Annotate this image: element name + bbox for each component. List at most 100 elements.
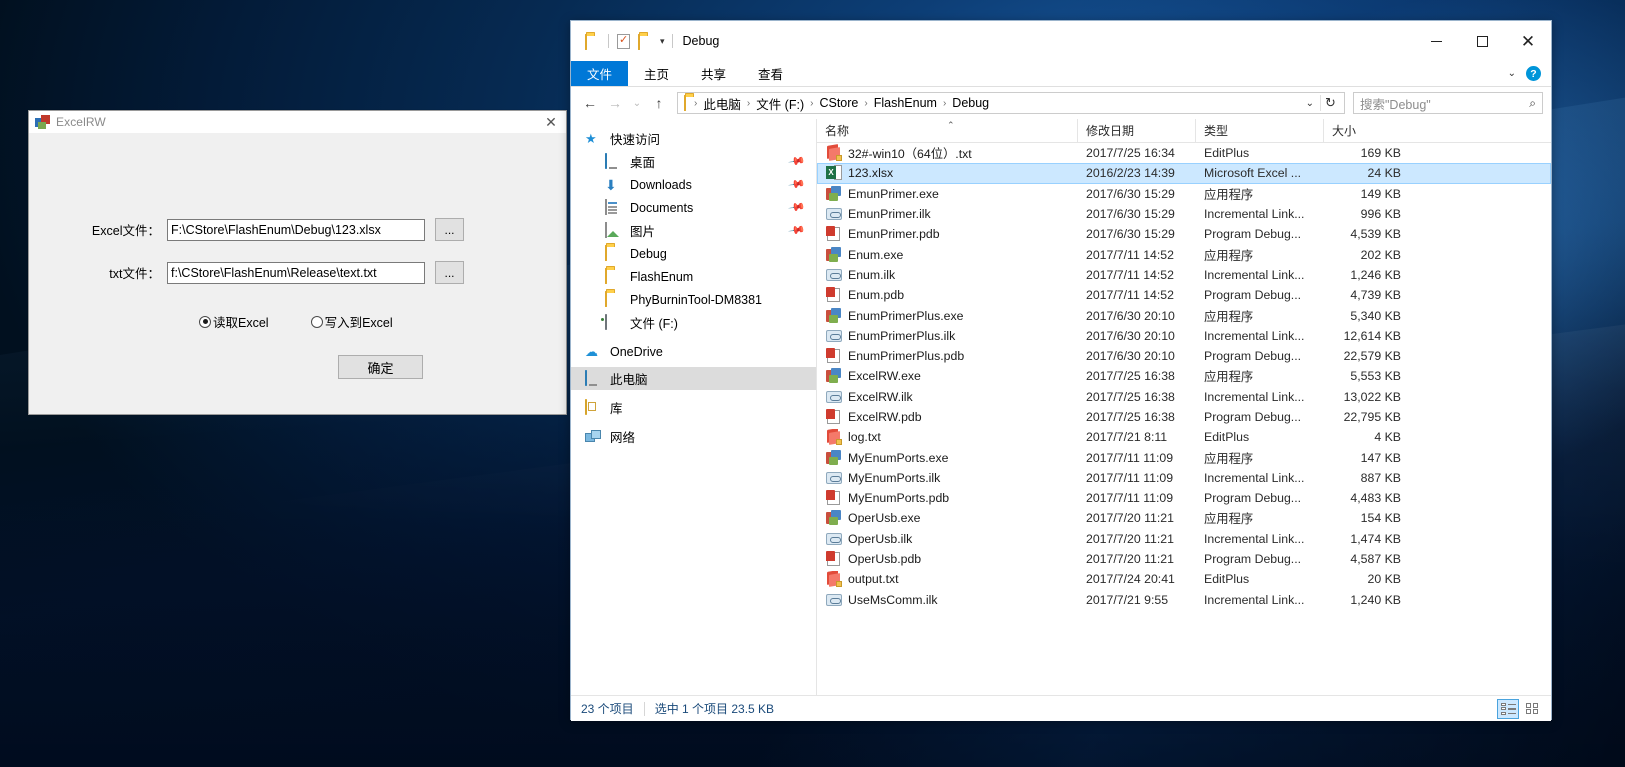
column-header-name[interactable]: ⌃ 名称 <box>817 119 1077 143</box>
file-size: 4,739 KB <box>1350 288 1401 303</box>
large-icons-view-button[interactable] <box>1521 699 1543 719</box>
table-row[interactable]: UseMsComm.ilk 2017/7/21 9:55 Incremental L… <box>817 590 1551 610</box>
close-button[interactable]: ✕ <box>1505 21 1551 61</box>
tab-share[interactable]: 共享 <box>685 61 742 86</box>
customize-qat-caret-icon[interactable]: ▾ <box>660 36 665 47</box>
table-row[interactable]: 32#-win10（64位）.txt 2017/7/25 16:34 EditPlu… <box>817 143 1551 163</box>
search-input[interactable]: 搜索"Debug" <box>1360 94 1529 113</box>
excel-file-input[interactable] <box>167 218 425 241</box>
column-header-size[interactable]: 大小 <box>1323 119 1413 143</box>
file-list: 32#-win10（64位）.txt 2017/7/25 16:34 EditPlu… <box>817 143 1551 610</box>
pin-icon[interactable]: 📌 <box>788 198 807 217</box>
sidebar-item-11[interactable]: 库 <box>571 396 816 419</box>
sidebar-item-3[interactable]: Documents 📌 <box>571 196 816 219</box>
table-row[interactable]: ExcelRW.exe 2017/7/25 16:38 应用程序 5,553 KB <box>817 366 1551 386</box>
sidebar-item-5[interactable]: Debug <box>571 242 816 265</box>
new-folder-icon[interactable] <box>638 33 653 50</box>
search-icon[interactable]: ⌕ <box>1529 96 1536 111</box>
file-size: 996 KB <box>1360 207 1401 222</box>
search-box[interactable]: 搜索"Debug" ⌕ <box>1353 92 1543 114</box>
details-view-button[interactable] <box>1497 698 1519 719</box>
minimize-button[interactable] <box>1413 21 1459 61</box>
pin-icon[interactable]: 📌 <box>788 152 807 171</box>
breadcrumb-dropdown-icon[interactable]: ⌄ <box>1300 98 1320 109</box>
file-type: 应用程序 <box>1204 187 1254 202</box>
sidebar-item-1[interactable]: 桌面 📌 <box>571 150 816 173</box>
txt-file-icon <box>826 571 842 588</box>
explorer-titlebar[interactable]: ▾ Debug ✕ <box>571 21 1551 61</box>
table-row[interactable]: EmunPrimer.exe 2017/6/30 15:29 应用程序 149 KB <box>817 184 1551 204</box>
sidebar-item-6[interactable]: FlashEnum <box>571 265 816 288</box>
table-row[interactable]: ExcelRW.pdb 2017/7/25 16:38 Program Debug.… <box>817 407 1551 427</box>
sidebar-item-8[interactable]: 文件 (F:) <box>571 311 816 334</box>
breadcrumb-item-0[interactable]: 此电脑 <box>701 94 743 113</box>
ilk-file-icon <box>826 592 842 608</box>
forward-button[interactable]: → <box>604 92 626 114</box>
file-name: Enum.ilk <box>848 267 896 282</box>
table-row[interactable]: OperUsb.exe 2017/7/20 11:21 应用程序 154 KB <box>817 508 1551 528</box>
table-row[interactable]: OperUsb.pdb 2017/7/20 11:21 Program Debug.… <box>817 549 1551 569</box>
table-row[interactable]: X 123.xlsx 2016/2/23 14:39 Microsoft Excel … <box>817 163 1551 184</box>
ok-button[interactable]: 确定 <box>338 355 423 379</box>
column-header-date[interactable]: 修改日期 <box>1077 119 1195 143</box>
table-row[interactable]: EnumPrimerPlus.pdb 2017/6/30 20:10 Program… <box>817 346 1551 366</box>
tab-file[interactable]: 文件 <box>571 61 629 86</box>
folder-icon[interactable] <box>585 33 600 50</box>
dialog-close-button[interactable]: ✕ <box>536 111 566 134</box>
table-row[interactable]: log.txt 2017/7/21 8:11 EditPlus 4 KB <box>817 427 1551 447</box>
file-type: Incremental Link... <box>1204 531 1305 546</box>
chevron-down-icon[interactable]: ⌄ <box>1508 68 1516 79</box>
breadcrumb-item-4[interactable]: Debug <box>950 96 991 110</box>
excelrw-dialog: ExcelRW ✕ Excel文件： ... txt文件： ... 读取Exce… <box>28 110 567 415</box>
table-row[interactable]: EmunPrimer.ilk 2017/6/30 15:29 Incremental… <box>817 204 1551 224</box>
file-name: Enum.exe <box>848 247 904 262</box>
sidebar-item-10[interactable]: 此电脑 <box>571 367 816 390</box>
table-row[interactable]: ExcelRW.ilk 2017/7/25 16:38 Incremental Li… <box>817 387 1551 407</box>
table-row[interactable]: OperUsb.ilk 2017/7/20 11:21 Incremental Li… <box>817 529 1551 549</box>
pin-icon[interactable]: 📌 <box>788 175 807 194</box>
file-date: 2017/7/11 14:52 <box>1086 267 1174 282</box>
table-row[interactable]: EmunPrimer.pdb 2017/6/30 15:29 Program Deb… <box>817 224 1551 244</box>
breadcrumb-item-3[interactable]: FlashEnum <box>872 96 939 110</box>
excel-file-row: Excel文件： ... <box>90 218 464 241</box>
tab-view[interactable]: 查看 <box>742 61 799 86</box>
txt-file-input[interactable] <box>167 261 425 284</box>
table-row[interactable]: Enum.exe 2017/7/11 14:52 应用程序 202 KB <box>817 244 1551 264</box>
table-row[interactable]: Enum.pdb 2017/7/11 14:52 Program Debug... 4… <box>817 285 1551 305</box>
excel-file-browse-button[interactable]: ... <box>435 218 464 241</box>
sidebar-item-2[interactable]: ⬇ Downloads 📌 <box>571 173 816 196</box>
table-row[interactable]: MyEnumPorts.ilk 2017/7/11 11:09 Incrementa… <box>817 468 1551 488</box>
breadcrumb-item-2[interactable]: CStore <box>817 96 860 110</box>
table-row[interactable]: Enum.ilk 2017/7/11 14:52 Incremental Link.… <box>817 265 1551 285</box>
txt-file-browse-button[interactable]: ... <box>435 261 464 284</box>
refresh-icon[interactable]: ↻ <box>1320 95 1340 111</box>
table-row[interactable]: output.txt 2017/7/24 20:41 EditPlus 20 KB <box>817 569 1551 589</box>
sidebar-item-12[interactable]: 网络 <box>571 425 816 448</box>
dialog-titlebar[interactable]: ExcelRW ✕ <box>29 111 566 134</box>
back-button[interactable]: ← <box>579 92 601 114</box>
file-size: 4,483 KB <box>1350 491 1401 506</box>
table-row[interactable]: MyEnumPorts.pdb 2017/7/11 11:09 Program De… <box>817 488 1551 508</box>
tab-home[interactable]: 主页 <box>628 61 685 86</box>
table-row[interactable]: EnumPrimerPlus.exe 2017/6/30 20:10 应用程序 5,3… <box>817 305 1551 325</box>
sidebar-item-4[interactable]: 图片 📌 <box>571 219 816 242</box>
pin-icon[interactable]: 📌 <box>788 221 807 240</box>
radio-read-excel[interactable]: 读取Excel <box>199 312 269 331</box>
maximize-button[interactable] <box>1459 21 1505 61</box>
table-row[interactable]: MyEnumPorts.exe 2017/7/11 11:09 应用程序 147 KB <box>817 447 1551 467</box>
exe-file-icon <box>826 449 842 466</box>
sidebar-item-0[interactable]: ★ 快速访问 <box>571 127 816 150</box>
properties-icon[interactable] <box>617 33 630 49</box>
breadcrumb[interactable]: › 此电脑 › 文件 (F:) › CStore › FlashEnum › D… <box>677 92 1345 114</box>
recent-locations-icon[interactable]: ⌄ <box>629 92 645 114</box>
table-row[interactable]: EnumPrimerPlus.ilk 2017/6/30 20:10 Increme… <box>817 326 1551 346</box>
file-list-pane: ⌃ 名称 修改日期 类型 大小 32#-win10（64位）.txt 2017/7… <box>817 119 1551 695</box>
sidebar-item-9[interactable]: ☁ OneDrive <box>571 340 816 363</box>
radio-write-excel[interactable]: 写入到Excel <box>310 312 393 331</box>
column-header-type[interactable]: 类型 <box>1195 119 1323 143</box>
breadcrumb-item-1[interactable]: 文件 (F:) <box>754 94 806 113</box>
file-size: 22,795 KB <box>1343 410 1401 424</box>
up-button[interactable]: ↑ <box>648 92 670 114</box>
help-icon[interactable]: ? <box>1526 66 1541 81</box>
sidebar-item-7[interactable]: PhyBurninTool-DM8381 <box>571 288 816 311</box>
